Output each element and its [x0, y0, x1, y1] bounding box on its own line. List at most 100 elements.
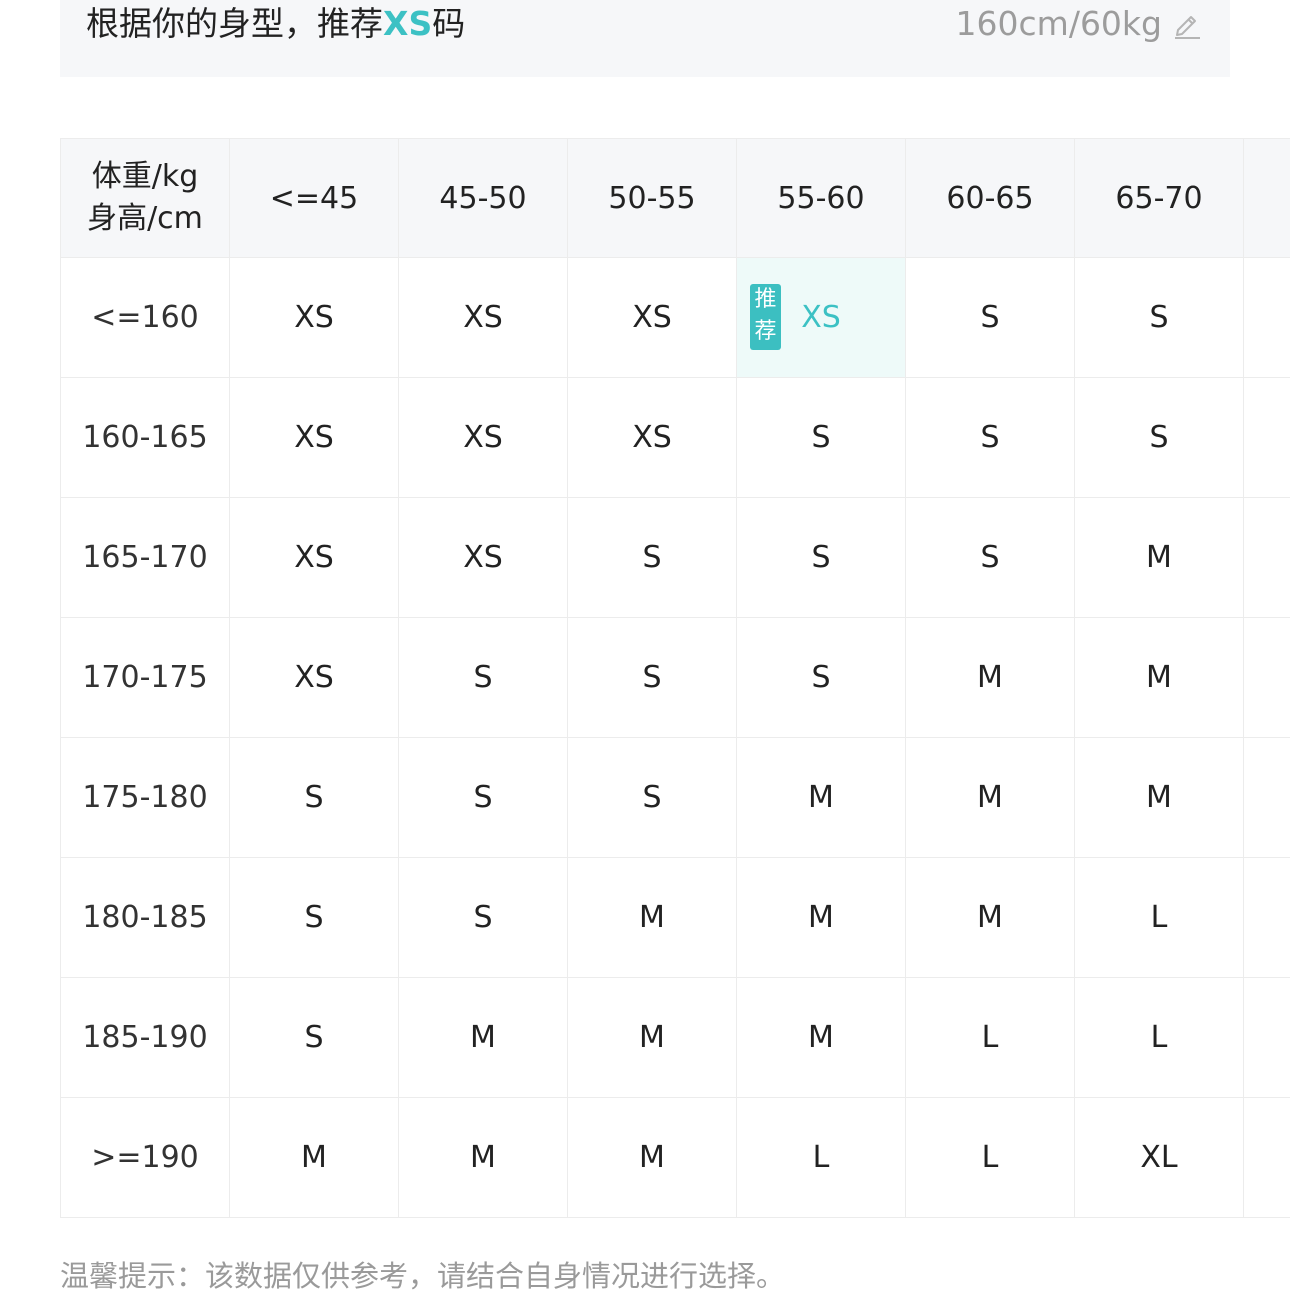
size-value: S: [473, 660, 492, 695]
table-row: 170-175XSSSSMM: [61, 618, 1290, 738]
size-value: XS: [294, 540, 334, 575]
size-cell: M: [1075, 738, 1244, 858]
weight-column-header: 7: [1244, 139, 1290, 258]
size-value: S: [1149, 420, 1168, 455]
size-cell: S: [399, 738, 568, 858]
size-value: L: [982, 1020, 999, 1055]
weight-column-header: <=45: [230, 139, 399, 258]
size-value: S: [304, 1020, 323, 1055]
size-value: XS: [632, 420, 672, 455]
weight-column-header: 50-55: [568, 139, 737, 258]
height-axis-label: 身高/cm: [61, 198, 229, 240]
size-cell: S: [568, 738, 737, 858]
size-cell: S: [568, 618, 737, 738]
recommendation-banner: 根据你的身型，推荐XS码 160cm/60kg: [60, 0, 1230, 77]
size-cell: S: [230, 738, 399, 858]
size-cell: S: [230, 978, 399, 1098]
size-chart: 体重/kg 身高/cm <=4545-5050-5555-6060-6565-7…: [60, 138, 1290, 1218]
size-cell: L: [906, 978, 1075, 1098]
size-cell: XL: [1075, 1098, 1244, 1218]
size-cell: L: [1075, 978, 1244, 1098]
size-cell: XS: [230, 498, 399, 618]
size-cell: M: [906, 858, 1075, 978]
body-measurements-edit[interactable]: 160cm/60kg: [956, 4, 1202, 44]
size-value: XS: [294, 420, 334, 455]
height-row-label: 180-185: [61, 858, 230, 978]
weight-column-header: 60-65: [906, 139, 1075, 258]
recommended-badge-char: 推: [750, 284, 781, 316]
size-cell: S: [906, 378, 1075, 498]
size-value: S: [304, 780, 323, 815]
size-cell: S: [906, 258, 1075, 378]
height-row-label: 185-190: [61, 978, 230, 1098]
table-row: 165-170XSXSSSSM: [61, 498, 1290, 618]
size-value: M: [808, 900, 834, 935]
size-cell: S: [399, 858, 568, 978]
size-cell: L: [906, 1098, 1075, 1218]
size-value: S: [642, 540, 661, 575]
table-body: <=160XSXSXS推荐XSSS160-165XSXSXSSSS165-170…: [61, 258, 1290, 1218]
size-value: M: [639, 1020, 665, 1055]
table-row: 175-180SSSMMM: [61, 738, 1290, 858]
size-value: M: [639, 1140, 665, 1175]
size-cell: S: [399, 618, 568, 738]
height-row-label: 170-175: [61, 618, 230, 738]
table-row: 180-185 S S M M M L: [61, 858, 1290, 978]
table-header-row: 体重/kg 身高/cm <=4545-5050-5555-6060-6565-7…: [61, 139, 1290, 258]
size-value: S: [642, 660, 661, 695]
table-row: 185-190SMMMLL: [61, 978, 1290, 1098]
size-value: M: [470, 1020, 496, 1055]
height-row-label: <=160: [61, 258, 230, 378]
size-value: XL: [1140, 1140, 1177, 1175]
size-cell: [1244, 498, 1290, 618]
size-value: M: [470, 1140, 496, 1175]
size-value: XS: [463, 540, 503, 575]
size-value: M: [301, 1140, 327, 1175]
size-value: M: [977, 660, 1003, 695]
size-value: S: [980, 540, 999, 575]
size-value: M: [1146, 660, 1172, 695]
size-value: XS: [463, 300, 503, 335]
size-cell: S: [906, 498, 1075, 618]
height-row-label: 175-180: [61, 738, 230, 858]
size-value: S: [642, 780, 661, 815]
size-cell: L: [1075, 858, 1244, 978]
table-row: <=160XSXSXS推荐XSSS: [61, 258, 1290, 378]
size-value: M: [1146, 780, 1172, 815]
pencil-edit-icon[interactable]: [1172, 9, 1202, 39]
size-value: S: [980, 420, 999, 455]
recommended-badge-char: 荐: [750, 316, 781, 348]
size-cell: XS: [399, 258, 568, 378]
size-value: L: [1151, 900, 1168, 935]
size-cell: S: [1075, 378, 1244, 498]
body-measurements[interactable]: 160cm/60kg: [956, 4, 1162, 44]
size-value: S: [473, 900, 492, 935]
weight-column-header: 65-70: [1075, 139, 1244, 258]
size-chart-table: 体重/kg 身高/cm <=4545-5050-5555-6060-6565-7…: [60, 138, 1290, 1218]
size-cell: S: [737, 618, 906, 738]
size-value: S: [304, 900, 323, 935]
size-cell: S: [568, 498, 737, 618]
height-row-label: >=190: [61, 1098, 230, 1218]
size-value: M: [639, 900, 665, 935]
size-value: M: [977, 780, 1003, 815]
weight-column-header: 55-60: [737, 139, 906, 258]
size-value: L: [982, 1140, 999, 1175]
size-value: S: [980, 300, 999, 335]
size-value: XS: [294, 300, 334, 335]
size-value: XS: [463, 420, 503, 455]
size-cell: XS: [568, 378, 737, 498]
size-cell: XS: [399, 498, 568, 618]
size-cell: S: [737, 498, 906, 618]
size-cell: XS: [399, 378, 568, 498]
recommendation-suffix: 码: [432, 4, 465, 43]
size-value: XS: [632, 300, 672, 335]
size-cell: S: [737, 378, 906, 498]
size-value: S: [811, 540, 830, 575]
size-cell: M: [906, 738, 1075, 858]
size-cell: XS: [568, 258, 737, 378]
size-cell: XS: [230, 378, 399, 498]
recommendation-prefix: 根据你的身型，推荐: [86, 4, 383, 43]
size-value: L: [1151, 1020, 1168, 1055]
height-row-label: 160-165: [61, 378, 230, 498]
